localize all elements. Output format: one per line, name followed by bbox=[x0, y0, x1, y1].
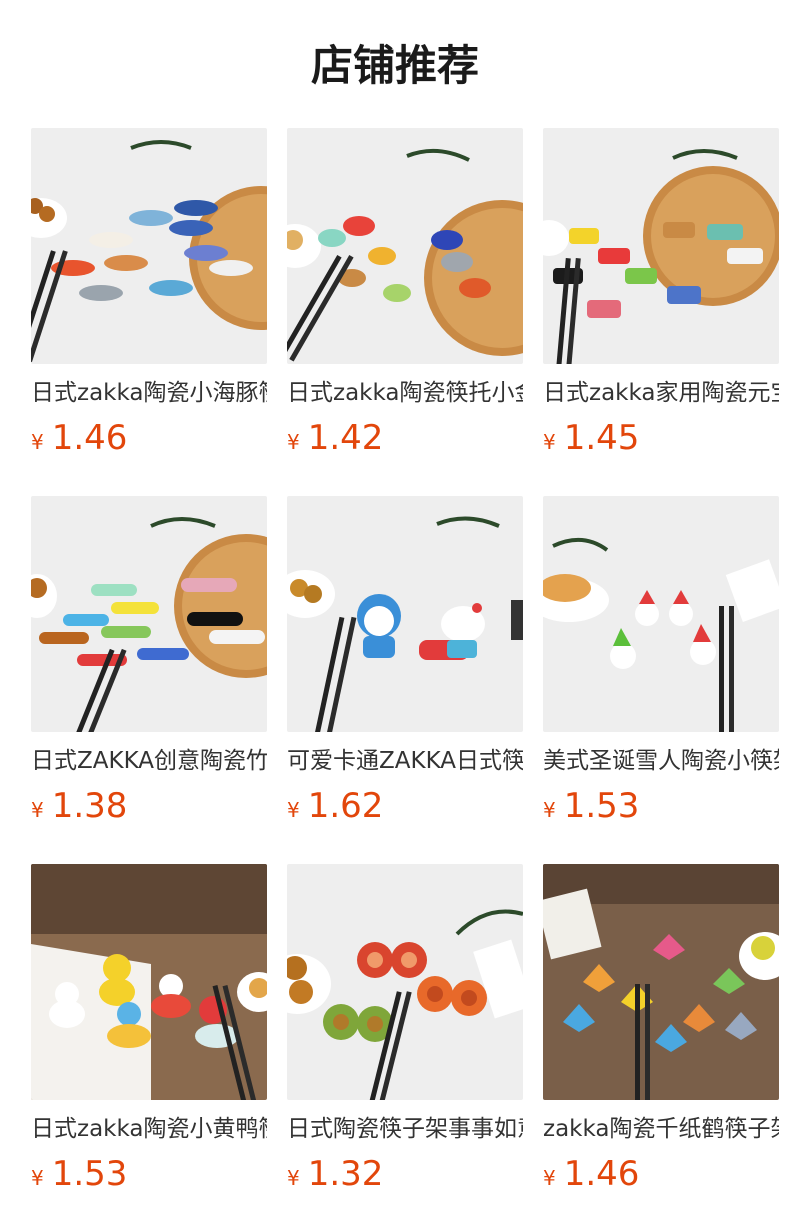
paper-crane-chopstick-rest-image[interactable] bbox=[543, 864, 779, 1100]
currency-symbol: ¥ bbox=[287, 798, 300, 822]
currency-symbol: ¥ bbox=[31, 430, 44, 454]
price-amount: 1.53 bbox=[563, 786, 640, 826]
product-name[interactable]: 日式ZAKKA创意陶瓷竹节筷架 bbox=[31, 746, 267, 776]
ingot-chopstick-rest-image[interactable] bbox=[543, 128, 779, 364]
snowman-chopstick-rest-image[interactable] bbox=[543, 496, 779, 732]
product-price: ¥1.45 bbox=[543, 416, 779, 460]
product-price: ¥1.42 bbox=[287, 416, 523, 460]
product-price: ¥1.46 bbox=[543, 1152, 779, 1196]
price-amount: 1.62 bbox=[307, 786, 384, 826]
product-price: ¥1.46 bbox=[31, 416, 267, 460]
price-amount: 1.42 bbox=[307, 418, 384, 458]
persimmon-chopstick-rest-image[interactable] bbox=[287, 864, 523, 1100]
product-price: ¥1.38 bbox=[31, 784, 267, 828]
product-name[interactable]: 美式圣诞雪人陶瓷小筷架 bbox=[543, 746, 779, 776]
product-card[interactable]: 可爱卡通ZAKKA日式筷子架 ¥1.62 bbox=[287, 496, 523, 828]
product-name[interactable]: 日式陶瓷筷子架事事如意 bbox=[287, 1114, 523, 1144]
product-price: ¥1.62 bbox=[287, 784, 523, 828]
price-amount: 1.53 bbox=[51, 1154, 128, 1194]
product-card[interactable]: 日式zakka陶瓷筷托小金鱼 ¥1.42 bbox=[287, 128, 523, 460]
currency-symbol: ¥ bbox=[31, 798, 44, 822]
currency-symbol: ¥ bbox=[287, 430, 300, 454]
currency-symbol: ¥ bbox=[287, 1166, 300, 1190]
product-price: ¥1.32 bbox=[287, 1152, 523, 1196]
price-amount: 1.38 bbox=[51, 786, 128, 826]
page-title: 店铺推荐 bbox=[310, 41, 479, 90]
dolphin-chopstick-rest-image[interactable] bbox=[31, 128, 267, 364]
product-card[interactable]: 美式圣诞雪人陶瓷小筷架 ¥1.53 bbox=[543, 496, 779, 828]
product-card[interactable]: 日式zakka家用陶瓷元宝筷架 ¥1.45 bbox=[543, 128, 779, 460]
price-amount: 1.46 bbox=[563, 1154, 640, 1194]
currency-symbol: ¥ bbox=[31, 1166, 44, 1190]
product-name[interactable]: 日式zakka陶瓷小海豚筷子架 bbox=[31, 378, 267, 408]
price-amount: 1.46 bbox=[51, 418, 128, 458]
product-card[interactable]: 日式ZAKKA创意陶瓷竹节筷架 ¥1.38 bbox=[31, 496, 267, 828]
bamboo-chopstick-rest-image[interactable] bbox=[31, 496, 267, 732]
product-card[interactable]: 日式陶瓷筷子架事事如意 ¥1.32 bbox=[287, 864, 523, 1196]
product-card[interactable]: 日式zakka陶瓷小黄鸭筷架 ¥1.53 bbox=[31, 864, 267, 1196]
currency-symbol: ¥ bbox=[543, 798, 556, 822]
goldfish-chopstick-rest-image[interactable] bbox=[287, 128, 523, 364]
product-card[interactable]: zakka陶瓷千纸鹤筷子架 ¥1.46 bbox=[543, 864, 779, 1196]
product-name[interactable]: 日式zakka陶瓷筷托小金鱼 bbox=[287, 378, 523, 408]
cartoon-chopstick-rest-image[interactable] bbox=[287, 496, 523, 732]
product-name[interactable]: 日式zakka家用陶瓷元宝筷架 bbox=[543, 378, 779, 408]
product-price: ¥1.53 bbox=[543, 784, 779, 828]
product-card[interactable]: 日式zakka陶瓷小海豚筷子架 ¥1.46 bbox=[31, 128, 267, 460]
product-name[interactable]: 日式zakka陶瓷小黄鸭筷架 bbox=[31, 1114, 267, 1144]
product-price: ¥1.53 bbox=[31, 1152, 267, 1196]
currency-symbol: ¥ bbox=[543, 430, 556, 454]
product-name[interactable]: 可爱卡通ZAKKA日式筷子架 bbox=[287, 746, 523, 776]
price-amount: 1.32 bbox=[307, 1154, 384, 1194]
product-name[interactable]: zakka陶瓷千纸鹤筷子架 bbox=[543, 1114, 779, 1144]
duck-chopstick-rest-image[interactable] bbox=[31, 864, 267, 1100]
currency-symbol: ¥ bbox=[543, 1166, 556, 1190]
price-amount: 1.45 bbox=[563, 418, 640, 458]
